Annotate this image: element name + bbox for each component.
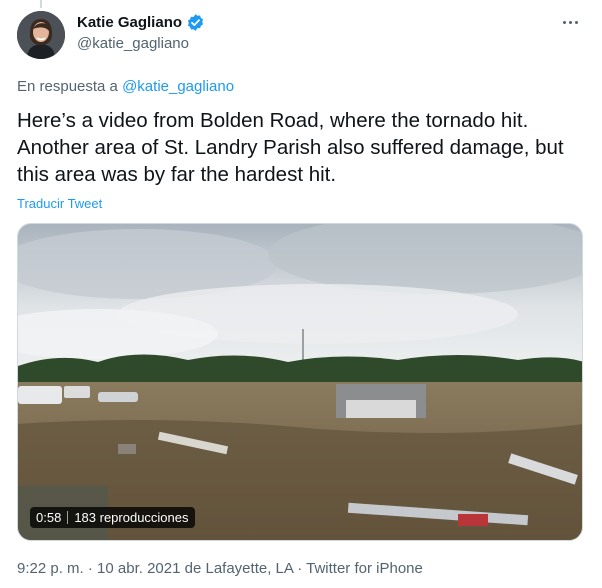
translate-tweet-link[interactable]: Traducir Tweet [17,196,102,211]
reply-mention-link[interactable]: @katie_gagliano [122,78,234,95]
video-info-badge: 0:58 183 reproducciones [30,507,195,528]
author-name-row[interactable]: Katie Gagliano [77,13,205,32]
more-horizontal-icon [562,20,566,24]
video-duration: 0:58 [36,510,62,525]
tweet-text: Here’s a video from Bolden Road, where t… [17,109,564,186]
avatar-image [17,11,65,59]
video-thumbnail [18,224,582,540]
more-dot [574,20,578,24]
author-handle[interactable]: @katie_gagliano [77,35,189,52]
author-display-name[interactable]: Katie Gagliano [77,14,182,31]
video-view-count: 183 reproducciones [74,510,189,525]
tweet-metadata: 9:22 p. m. · 10 abr. 2021 de Lafayette, … [17,560,423,577]
reply-context: En respuesta a @katie_gagliano [17,78,234,95]
reply-context-prefix: En respuesta a [17,78,118,95]
thread-connector-line [40,0,42,8]
tweet-date: 10 abr. 2021 [97,560,181,577]
avatar[interactable] [17,11,65,59]
badge-divider [67,511,69,524]
video-player[interactable]: 0:58 183 reproducciones [17,223,583,541]
tweet-location: de Lafayette, LA [184,560,294,577]
verified-badge-icon [186,13,205,32]
tweet-time: 9:22 p. m. [17,560,84,577]
more-options-button[interactable] [558,12,582,32]
more-dot [568,20,572,24]
tweet-time-link[interactable]: 9:22 p. m. · 10 abr. 2021 [17,560,180,577]
tweet-source-link[interactable]: Twitter for iPhone [306,560,423,577]
